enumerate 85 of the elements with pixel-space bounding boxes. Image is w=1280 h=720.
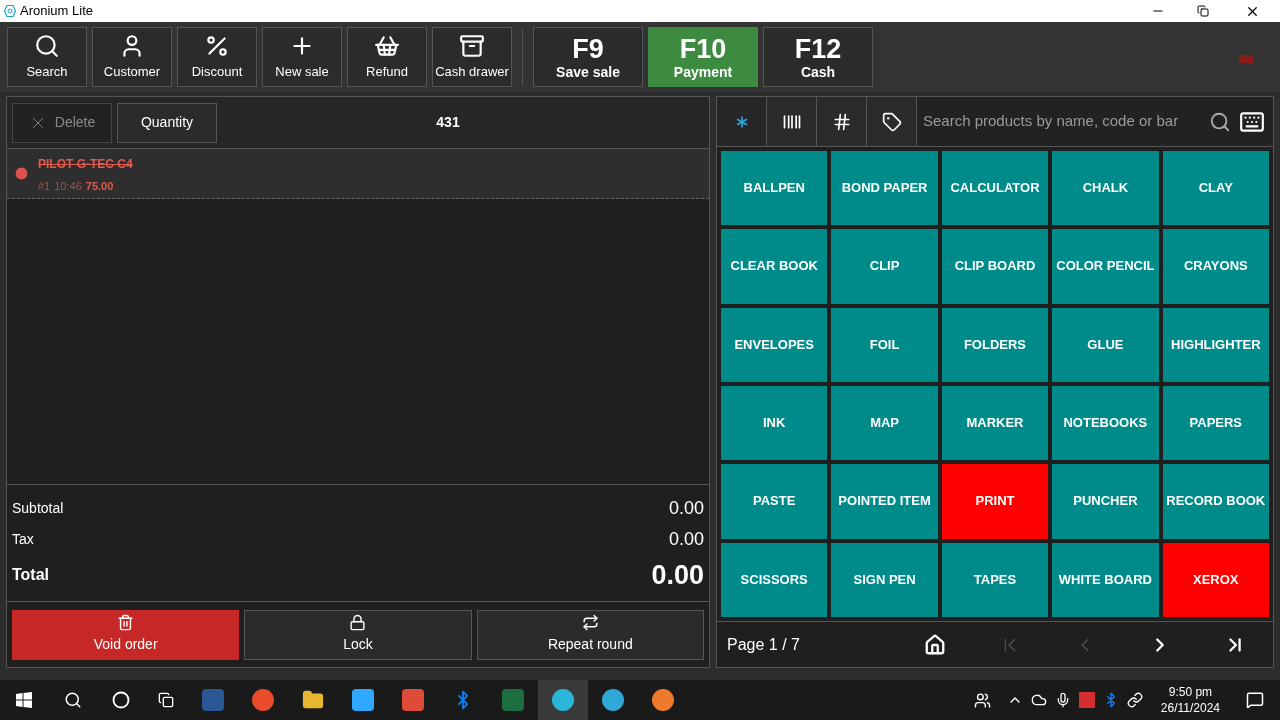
- product-tile[interactable]: CALCULATOR: [941, 151, 1049, 226]
- product-tile[interactable]: INK: [721, 386, 828, 461]
- app-logo-icon: [4, 5, 16, 17]
- product-tile[interactable]: MARKER: [941, 386, 1049, 461]
- product-tile[interactable]: BALLPEN: [721, 151, 828, 226]
- product-tile[interactable]: CLIP: [831, 229, 938, 304]
- product-tile[interactable]: PASTE: [721, 464, 828, 539]
- restore-icon[interactable]: [1197, 5, 1209, 17]
- folder-icon[interactable]: [302, 689, 324, 711]
- drawer-icon: [459, 32, 485, 59]
- search-icon: [34, 32, 60, 59]
- status-indicator-icon: [1239, 55, 1253, 63]
- app-icon[interactable]: [602, 689, 624, 711]
- start-icon[interactable]: [16, 692, 32, 708]
- product-tile[interactable]: PRINT: [941, 464, 1049, 539]
- total-label: Subtotal: [12, 499, 64, 518]
- search-mode-tab[interactable]: [867, 97, 917, 146]
- app-icon[interactable]: [552, 689, 574, 711]
- toolbar-button[interactable]: Cash drawer: [432, 27, 512, 87]
- product-tile[interactable]: XEROX: [1162, 542, 1269, 617]
- page-indicator: Page 1 / 7: [727, 634, 801, 655]
- grand-total-value: 0.00: [651, 558, 704, 592]
- circle-icon[interactable]: [112, 691, 130, 709]
- quantity-button[interactable]: Quantity: [117, 102, 217, 143]
- product-tile[interactable]: PAPERS: [1162, 386, 1269, 461]
- search-mode-tab[interactable]: [767, 97, 817, 146]
- toolbar-button[interactable]: New sale: [262, 27, 342, 87]
- product-tile[interactable]: CHALK: [1052, 151, 1159, 226]
- app-icon[interactable]: [652, 689, 674, 711]
- line-number: #1: [38, 181, 51, 192]
- product-tile[interactable]: PUNCHER: [1052, 464, 1159, 539]
- product-tile[interactable]: MAP: [831, 386, 938, 461]
- product-tile[interactable]: GLUE: [1052, 307, 1159, 382]
- function-key-button[interactable]: F10 Payment: [648, 27, 758, 87]
- order-action-button[interactable]: Void order: [12, 609, 240, 660]
- app-icon[interactable]: [252, 689, 274, 711]
- app-icon[interactable]: [402, 689, 424, 711]
- product-tile[interactable]: POINTED ITEM: [831, 464, 938, 539]
- cloud-icon[interactable]: [1030, 692, 1047, 708]
- people-icon[interactable]: [973, 691, 991, 709]
- order-action-button[interactable]: Repeat round: [476, 609, 704, 660]
- product-tile[interactable]: TAPES: [941, 542, 1049, 617]
- task-view-icon[interactable]: [158, 692, 174, 708]
- order-action-button[interactable]: Lock: [244, 609, 472, 660]
- clock-time[interactable]: 9:50 pm: [1168, 684, 1213, 700]
- function-key-button[interactable]: F12 Cash: [763, 27, 873, 87]
- line-time: 10:46: [54, 181, 82, 192]
- line-price: 75.00: [85, 181, 114, 192]
- notifications-icon[interactable]: [1246, 691, 1264, 709]
- item-count: 431: [436, 113, 460, 132]
- repeat-icon: [581, 614, 599, 631]
- product-tile[interactable]: RECORD BOOK: [1162, 464, 1269, 539]
- product-tile[interactable]: CLEAR BOOK: [721, 229, 828, 304]
- toolbar-button[interactable]: Search: [7, 27, 87, 87]
- grand-total-label: Total: [12, 565, 50, 585]
- product-tile[interactable]: CRAYONS: [1162, 229, 1269, 304]
- product-tile[interactable]: SIGN PEN: [831, 542, 938, 617]
- window-title: Aronium Lite: [20, 2, 93, 21]
- product-tile[interactable]: CLIP BOARD: [941, 229, 1049, 304]
- function-key-button[interactable]: F9 Save sale: [533, 27, 643, 87]
- toolbar-button[interactable]: Customer: [92, 27, 172, 87]
- clock-date[interactable]: 26/11/2024: [1160, 700, 1220, 716]
- product-tile[interactable]: HIGHLIGHTER: [1162, 307, 1269, 382]
- total-value: 0.00: [668, 497, 704, 520]
- product-tile[interactable]: COLOR PENCIL: [1052, 229, 1159, 304]
- tag-icon: [881, 111, 902, 132]
- product-tile[interactable]: BOND PAPER: [831, 151, 938, 226]
- product-tile[interactable]: CLAY: [1162, 151, 1269, 226]
- product-tile[interactable]: FOIL: [831, 307, 938, 382]
- product-tile[interactable]: SCISSORS: [721, 542, 828, 617]
- toolbar-button[interactable]: Discount: [177, 27, 257, 87]
- total-value: 0.00: [668, 528, 704, 551]
- search-icon[interactable]: [64, 691, 82, 709]
- product-tile[interactable]: WHITE BOARD: [1052, 542, 1159, 617]
- product-tile[interactable]: FOLDERS: [941, 307, 1049, 382]
- search-icon[interactable]: [1209, 110, 1231, 133]
- trash-icon: [117, 614, 135, 631]
- app-icon[interactable]: [352, 689, 374, 711]
- lock-icon: [349, 614, 367, 631]
- product-tile[interactable]: NOTEBOOKS: [1052, 386, 1159, 461]
- search-mode-tab[interactable]: [817, 97, 867, 146]
- product-tile[interactable]: ENVELOPES: [721, 307, 828, 382]
- toolbar-button[interactable]: Refund: [347, 27, 427, 87]
- total-label: Tax: [12, 530, 34, 549]
- item-name: PILOT G-TEC C4: [38, 156, 133, 173]
